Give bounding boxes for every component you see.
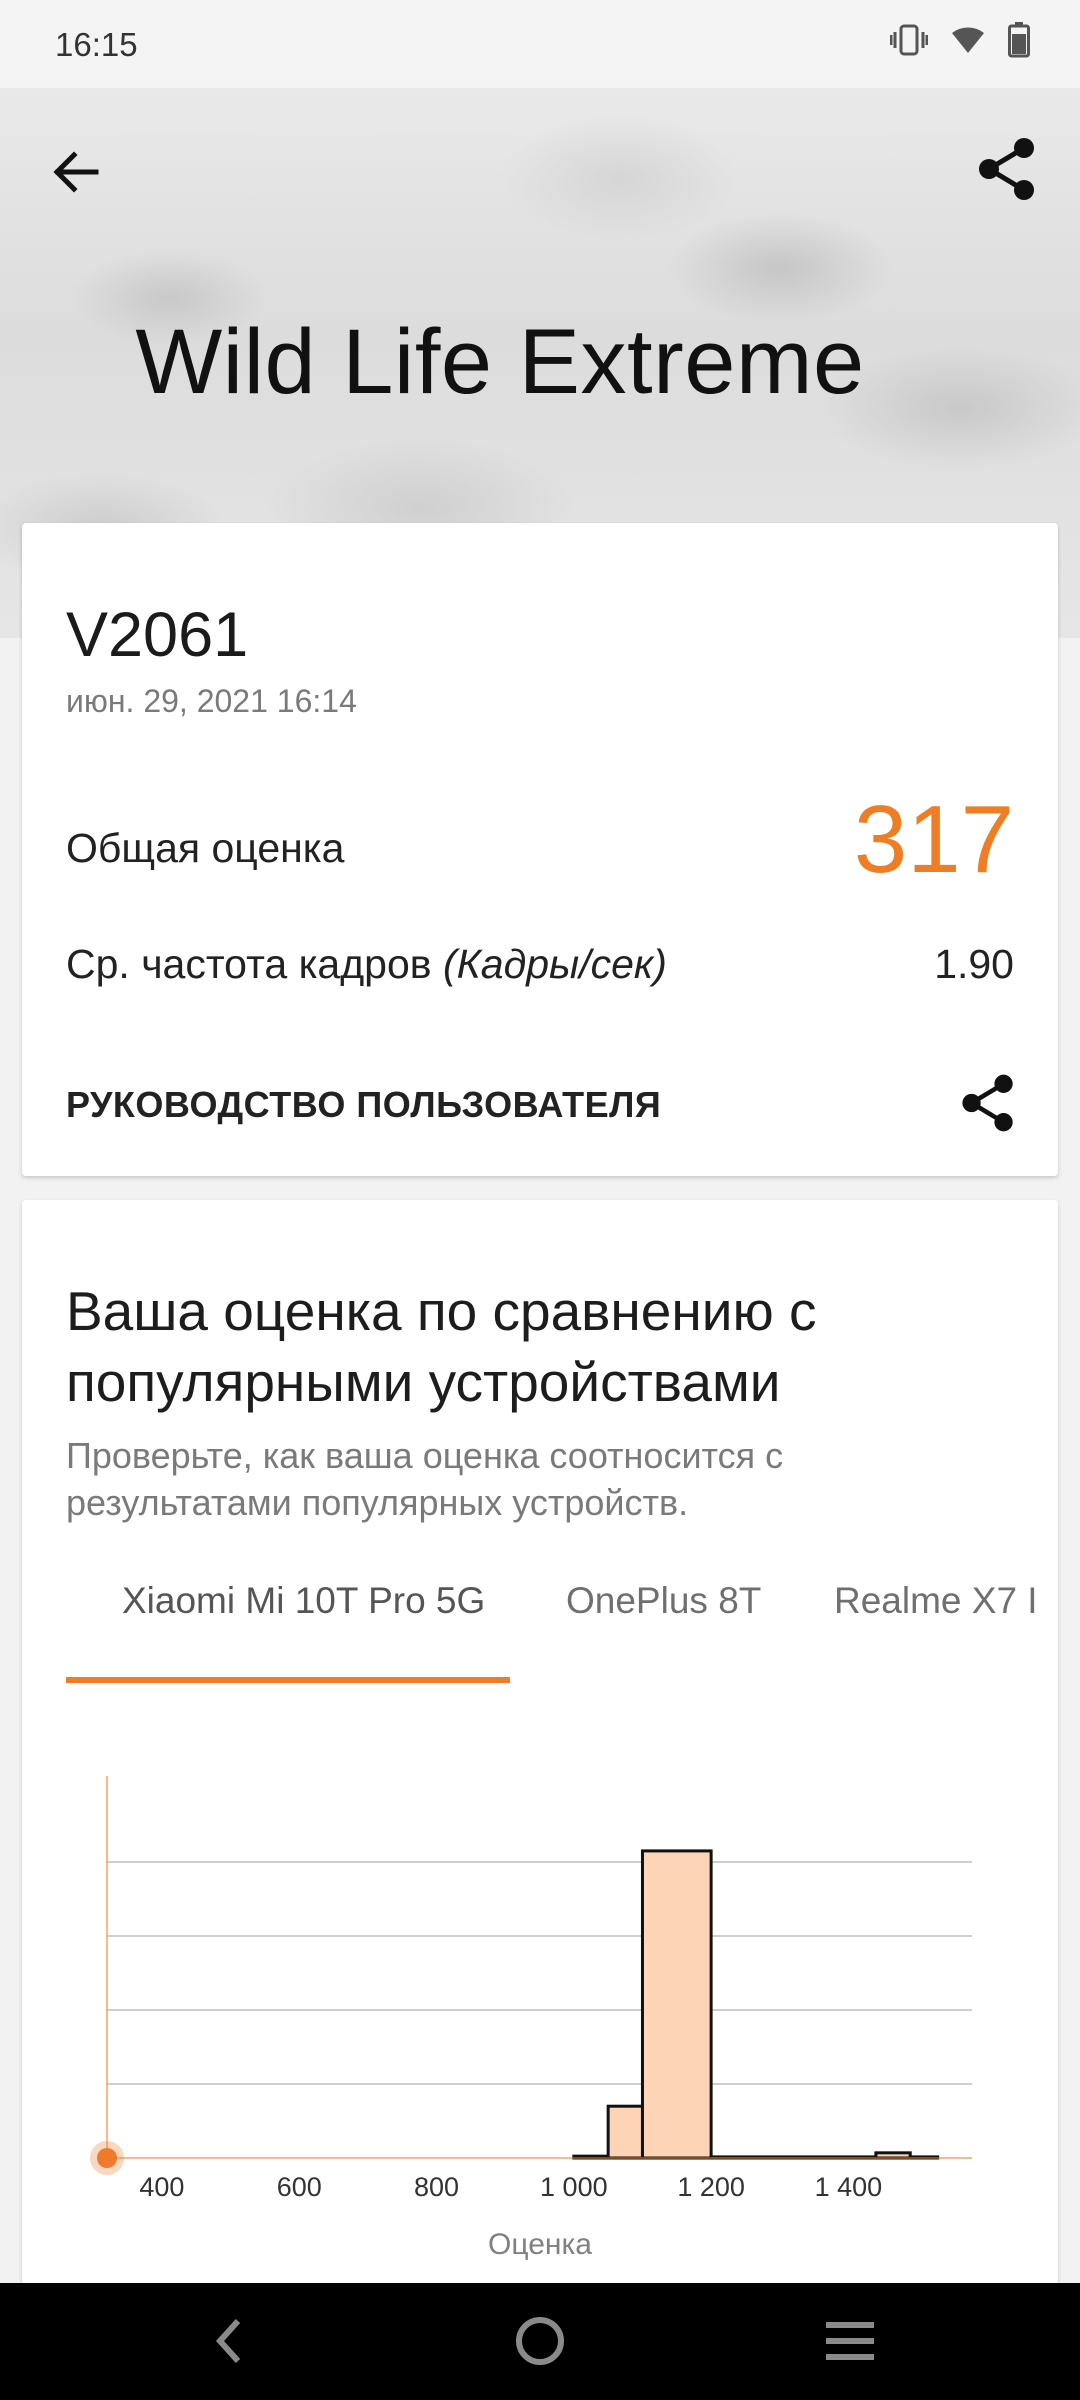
comparison-subtitle: Проверьте, как ваша оценка соотносится с…	[66, 1435, 784, 1523]
nav-back-button[interactable]	[200, 2311, 260, 2371]
score-value: 317	[853, 786, 1014, 893]
device-name: V2061	[66, 600, 249, 670]
active-tab-indicator	[66, 1677, 510, 1683]
tab-realme-x7[interactable]: Realme X7 I	[834, 1580, 1036, 1622]
battery-icon	[1008, 22, 1030, 58]
nav-home-icon	[516, 2317, 564, 2365]
device-tabs: Xiaomi Mi 10T Pro 5G OnePlus 8T Realme X…	[66, 1580, 1036, 1680]
arrow-left-icon	[53, 151, 99, 193]
chart-bar	[640, 1849, 713, 2160]
guide-share-button[interactable]	[956, 1071, 1020, 1135]
fps-unit: (Кадры/сек)	[442, 941, 667, 987]
tab-oneplus-8t[interactable]: OnePlus 8T	[566, 1580, 761, 1622]
chart-gridlines	[107, 1861, 972, 2085]
share-icon	[962, 1074, 1013, 1132]
chart-x-tick-label: 800	[414, 2172, 459, 2202]
wifi-icon	[950, 25, 986, 55]
comparison-title: Ваша оценка по сравнению с популярными у…	[66, 1280, 817, 1413]
chart-x-tick-label: 1 000	[540, 2172, 608, 2202]
chart-tick-labels: 400 600 800 1 000 1 200 1 400	[139, 2172, 882, 2202]
chart-x-tick-label: 400	[139, 2172, 184, 2202]
status-bar: 16:15	[0, 0, 1080, 88]
share-icon	[979, 138, 1034, 200]
back-button[interactable]	[46, 140, 110, 204]
status-icons	[890, 22, 1030, 58]
fps-value: 1.90	[934, 941, 1014, 987]
nav-menu-icon	[826, 2322, 874, 2360]
nav-menu-button[interactable]	[820, 2311, 880, 2371]
score-distribution-chart: 400 600 800 1 000 1 200 1 400 Оценка	[90, 1776, 972, 2261]
score-label: Общая оценка	[66, 825, 345, 871]
chart-bars	[572, 1849, 940, 2160]
chart-x-axis-label: Оценка	[488, 2228, 592, 2261]
your-score-marker	[97, 2148, 117, 2168]
nav-back-icon	[215, 2318, 241, 2364]
fps-label-text: Ср. частота кадров	[66, 941, 432, 987]
vibrate-icon	[890, 23, 928, 57]
share-button[interactable]	[972, 134, 1042, 204]
tab-xiaomi-mi-10t-pro[interactable]: Xiaomi Mi 10T Pro 5G	[122, 1580, 485, 1622]
run-date: июн. 29, 2021 16:14	[66, 683, 357, 719]
comparison-card: Ваша оценка по сравнению с популярными у…	[22, 1200, 1058, 2300]
chart-x-tick-label: 600	[277, 2172, 322, 2202]
chart-x-tick-label: 1 200	[677, 2172, 745, 2202]
chart-bar	[606, 2104, 644, 2160]
chart-x-tick-label: 1 400	[815, 2172, 883, 2202]
user-guide-link[interactable]: РУКОВОДСТВО ПОЛЬЗОВАТЕЛЯ	[66, 1084, 661, 1126]
chart-bar	[874, 2151, 912, 2160]
fps-label: Ср. частота кадров (Кадры/сек)	[66, 941, 667, 988]
status-time: 16:15	[55, 26, 138, 63]
system-navigation-bar	[0, 2283, 1080, 2400]
result-card: V2061 июн. 29, 2021 16:14 Общая оценка 3…	[22, 523, 1058, 1176]
nav-home-button[interactable]	[510, 2311, 570, 2371]
page-title: Wild Life Extreme	[135, 311, 865, 413]
chart-axes	[90, 1776, 972, 2175]
